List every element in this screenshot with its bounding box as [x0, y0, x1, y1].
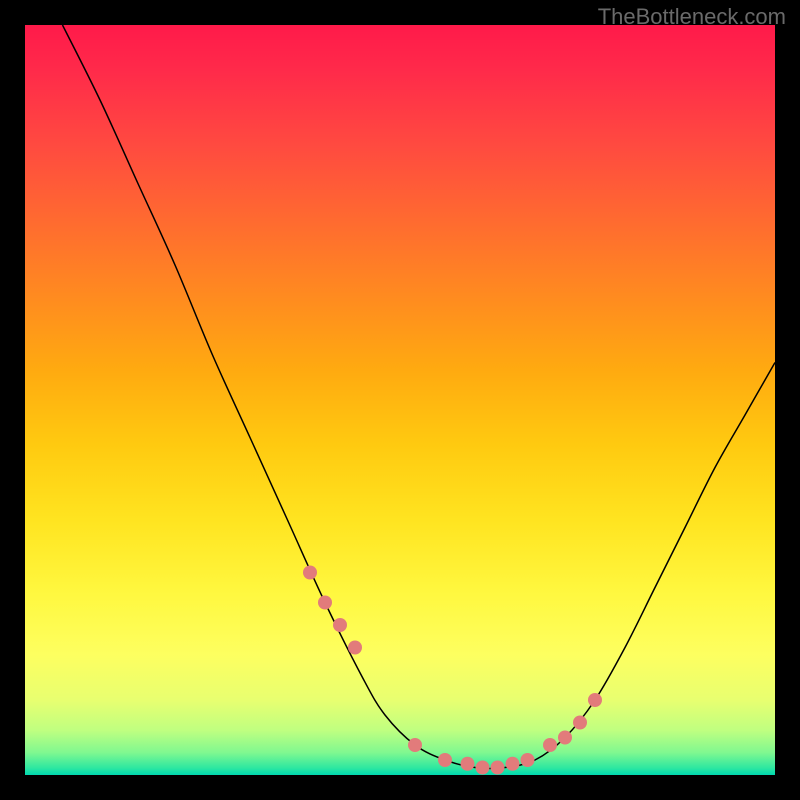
- highlight-dot: [461, 757, 475, 771]
- highlight-dot: [558, 731, 572, 745]
- highlight-dot: [333, 618, 347, 632]
- chart-svg: [25, 25, 775, 775]
- highlight-dot: [588, 693, 602, 707]
- highlight-dot: [476, 761, 490, 775]
- highlight-dot: [318, 596, 332, 610]
- highlight-dot: [408, 738, 422, 752]
- plot-area: [25, 25, 775, 775]
- highlight-dot: [573, 716, 587, 730]
- highlight-dots-group: [303, 566, 602, 775]
- curve-line: [63, 25, 776, 768]
- highlight-dot: [491, 761, 505, 775]
- highlight-dot: [506, 757, 520, 771]
- highlight-dot: [543, 738, 557, 752]
- watermark-text: TheBottleneck.com: [598, 4, 786, 30]
- highlight-dot: [438, 753, 452, 767]
- highlight-dot: [521, 753, 535, 767]
- highlight-dot: [348, 641, 362, 655]
- highlight-dot: [303, 566, 317, 580]
